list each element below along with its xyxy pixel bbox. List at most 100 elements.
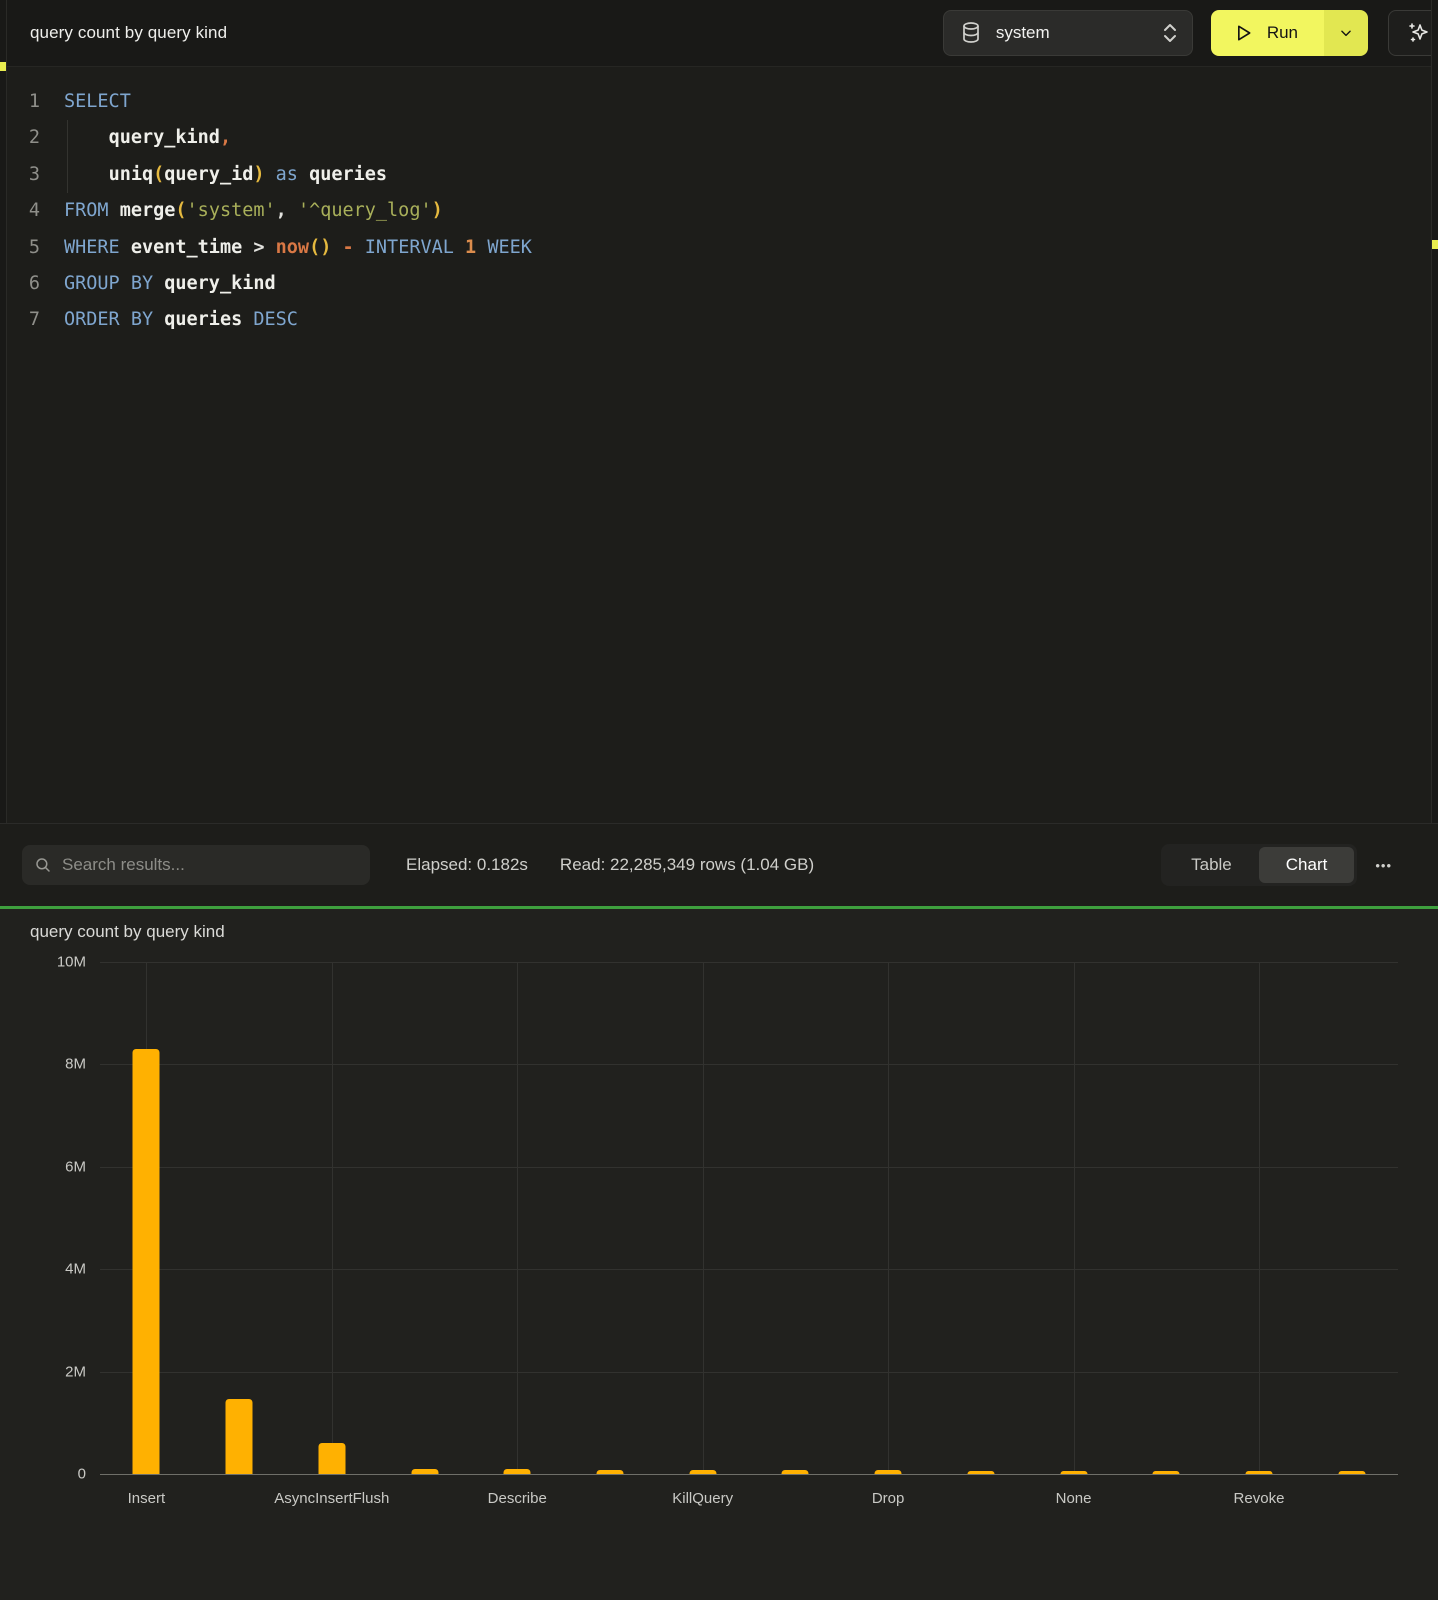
code-line: 4FROM merge('system', '^query_log')	[0, 193, 1438, 229]
chart-bar[interactable]	[1153, 1471, 1180, 1474]
results-toolbar: Elapsed: 0.182s Read: 22,285,349 rows (1…	[0, 823, 1438, 906]
code-token: now	[276, 237, 309, 258]
chart-bar[interactable]	[689, 1470, 716, 1474]
x-tick-label: Describe	[488, 1490, 547, 1507]
chart-category-cell	[656, 962, 749, 1474]
chart-x-cell	[934, 1490, 1027, 1510]
chart-bar[interactable]	[411, 1469, 438, 1474]
code-token: )	[253, 164, 264, 185]
chart-title: query count by query kind	[0, 922, 1438, 942]
chart-bar[interactable]	[875, 1470, 902, 1474]
chart-category-cell	[285, 962, 378, 1474]
code-token: GROUP BY	[64, 273, 153, 294]
code-line: 2 query_kind,	[0, 120, 1438, 156]
code-token: WHERE	[64, 237, 120, 258]
code-token	[153, 273, 164, 294]
code-token: query_kind	[109, 127, 220, 148]
code-token: 1	[465, 237, 476, 258]
run-dropdown-button[interactable]	[1324, 10, 1368, 56]
chart-category-cell	[934, 962, 1027, 1474]
code-token: queries	[164, 309, 242, 330]
right-panel-edge	[1431, 0, 1438, 823]
run-button[interactable]: Run	[1211, 10, 1324, 56]
code-token	[64, 164, 109, 185]
code-token: as	[276, 164, 298, 185]
right-panel-handle[interactable]	[1432, 240, 1438, 249]
database-selector[interactable]: system	[943, 10, 1193, 56]
chart-category-cell	[1120, 962, 1213, 1474]
chart-category-cell	[1213, 962, 1306, 1474]
code-token: '^query_log'	[298, 200, 432, 221]
run-button-group: Run	[1211, 10, 1368, 56]
more-options-button[interactable]: •••	[1373, 852, 1394, 879]
x-tick-label: Revoke	[1234, 1490, 1285, 1507]
code-token: WEEK	[487, 237, 532, 258]
code-line: 1SELECT	[0, 84, 1438, 120]
code-token: event_time	[131, 237, 242, 258]
chart-category-cell	[193, 962, 286, 1474]
sparkle-icon	[1407, 21, 1431, 45]
code-token: ,	[220, 127, 231, 148]
chevron-down-icon	[1339, 26, 1353, 40]
tab-chart[interactable]: Chart	[1259, 847, 1355, 883]
code-line: 5WHERE event_time > now() - INTERVAL 1 W…	[0, 230, 1438, 266]
chart-bar[interactable]	[1338, 1471, 1365, 1474]
x-tick-label: Insert	[128, 1490, 166, 1507]
chart-category-cell	[378, 962, 471, 1474]
y-tick-label: 6M	[65, 1158, 86, 1175]
chart-x-cell	[564, 1490, 657, 1510]
code-token: ORDER BY	[64, 309, 153, 330]
chart-x-cell: Describe	[471, 1490, 564, 1510]
code-token	[331, 237, 342, 258]
chart-bar[interactable]	[504, 1469, 531, 1474]
chart-panel: query count by query kind 10M8M6M4M2M0 I…	[0, 909, 1438, 1600]
chart-bar[interactable]	[967, 1471, 994, 1474]
chart-x-cell	[193, 1490, 286, 1510]
gridline-horizontal	[100, 1474, 1398, 1475]
code-token	[265, 164, 276, 185]
tab-table[interactable]: Table	[1164, 847, 1259, 883]
chart-x-cell: Drop	[842, 1490, 935, 1510]
header-bar: query count by query kind system Ru	[0, 0, 1438, 66]
chart-bar[interactable]	[318, 1443, 345, 1474]
chart-cells	[100, 962, 1398, 1474]
y-tick-label: 0	[78, 1466, 86, 1483]
page-title: query count by query kind	[30, 23, 227, 43]
chart-category-cell	[842, 962, 935, 1474]
y-tick-label: 10M	[57, 954, 86, 971]
code-line: 3 uniq(query_id) as queries	[0, 157, 1438, 193]
chart-x-cell: None	[1027, 1490, 1120, 1510]
search-box	[22, 845, 370, 885]
code-line: 7ORDER BY queries DESC	[0, 302, 1438, 338]
chart-x-cell	[378, 1490, 471, 1510]
line-code: GROUP BY query_kind	[64, 266, 276, 302]
code-token: SELECT	[64, 91, 131, 112]
chart-bar[interactable]	[133, 1049, 160, 1474]
code-token	[354, 237, 365, 258]
code-token: uniq	[109, 164, 154, 185]
select-updown-icon	[1162, 22, 1178, 44]
code-token	[64, 127, 109, 148]
code-token: >	[242, 237, 275, 258]
chart-plot: 10M8M6M4M2M0	[100, 962, 1398, 1474]
code-token: 'system'	[187, 200, 276, 221]
chart-x-cell: Insert	[100, 1490, 193, 1510]
chart-bar[interactable]	[226, 1399, 253, 1474]
code-token	[109, 200, 120, 221]
chart-bar[interactable]	[1060, 1471, 1087, 1474]
x-tick-label: KillQuery	[672, 1490, 733, 1507]
code-token: queries	[309, 164, 387, 185]
y-tick-label: 2M	[65, 1363, 86, 1380]
chart-bar[interactable]	[782, 1470, 809, 1474]
code-token: FROM	[64, 200, 109, 221]
chart-bar[interactable]	[596, 1470, 623, 1474]
chart-category-cell	[749, 962, 842, 1474]
code-token	[153, 309, 164, 330]
sql-editor[interactable]: 1SELECT2 query_kind,3 uniq(query_id) as …	[0, 66, 1438, 823]
left-panel-handle[interactable]	[0, 62, 6, 71]
play-icon	[1233, 23, 1253, 43]
search-input[interactable]	[62, 855, 358, 875]
chart-bar[interactable]	[1245, 1471, 1272, 1474]
chart-x-axis: InsertAsyncInsertFlushDescribeKillQueryD…	[100, 1490, 1398, 1510]
y-tick-label: 8M	[65, 1056, 86, 1073]
